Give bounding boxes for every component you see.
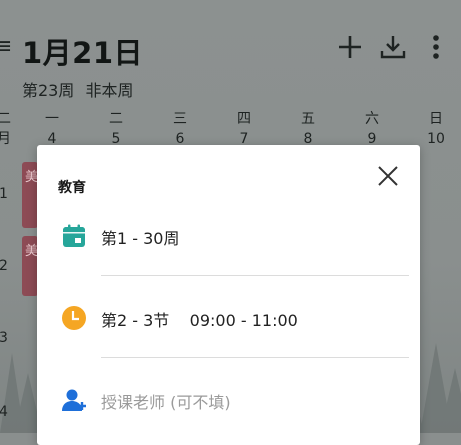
top-app-bar: ≡ 1月21日 第23周 非本周 — [0, 0, 461, 110]
teacher-input[interactable]: 授课老师 (可不填) — [101, 389, 231, 413]
time-text: 第2 - 3节 09:00 - 11:00 — [101, 311, 298, 330]
day-column: 一4 — [45, 111, 59, 147]
weeks-text: 第1 - 30周 — [101, 229, 180, 248]
more-vert-icon[interactable] — [421, 32, 451, 62]
day-column: 五8 — [301, 111, 315, 147]
course-detail-dialog: 教育 第1 - 30周 第2 - 3节 09:00 - 11:00 授课老师 (… — [37, 145, 420, 445]
weeks-row[interactable]: 第1 - 30周 — [37, 216, 420, 256]
course-title: 教育 — [58, 180, 86, 196]
day-column: 三6 — [173, 111, 187, 147]
period-number: 3 — [0, 330, 8, 346]
day-column: 日 10 — [427, 111, 445, 147]
menu-icon[interactable]: ≡ — [0, 36, 12, 58]
period-number: 4 — [0, 404, 8, 420]
add-teacher-icon — [61, 387, 87, 413]
calendar-icon — [61, 223, 87, 249]
clock-icon — [61, 305, 87, 331]
day-column: 四7 — [237, 111, 251, 147]
day-column: 二5 — [109, 111, 123, 147]
divider — [101, 275, 409, 276]
period-number: 2 — [0, 258, 8, 274]
day-column: 二月 — [0, 111, 11, 147]
teacher-row[interactable]: 授课老师 (可不填) — [37, 380, 420, 420]
close-icon — [378, 166, 398, 186]
time-row[interactable]: 第2 - 3节 09:00 - 11:00 — [37, 298, 420, 338]
download-icon[interactable] — [378, 32, 408, 62]
divider — [101, 357, 409, 358]
add-icon[interactable] — [335, 32, 365, 62]
course-block[interactable]: 美 — [22, 236, 38, 296]
period-number: 1 — [0, 186, 8, 202]
day-column: 六9 — [365, 111, 379, 147]
close-button[interactable] — [375, 163, 401, 189]
date-title: 1月21日 — [22, 36, 144, 70]
week-info: 第23周 非本周 — [22, 81, 134, 100]
course-block[interactable]: 美 — [22, 162, 38, 228]
